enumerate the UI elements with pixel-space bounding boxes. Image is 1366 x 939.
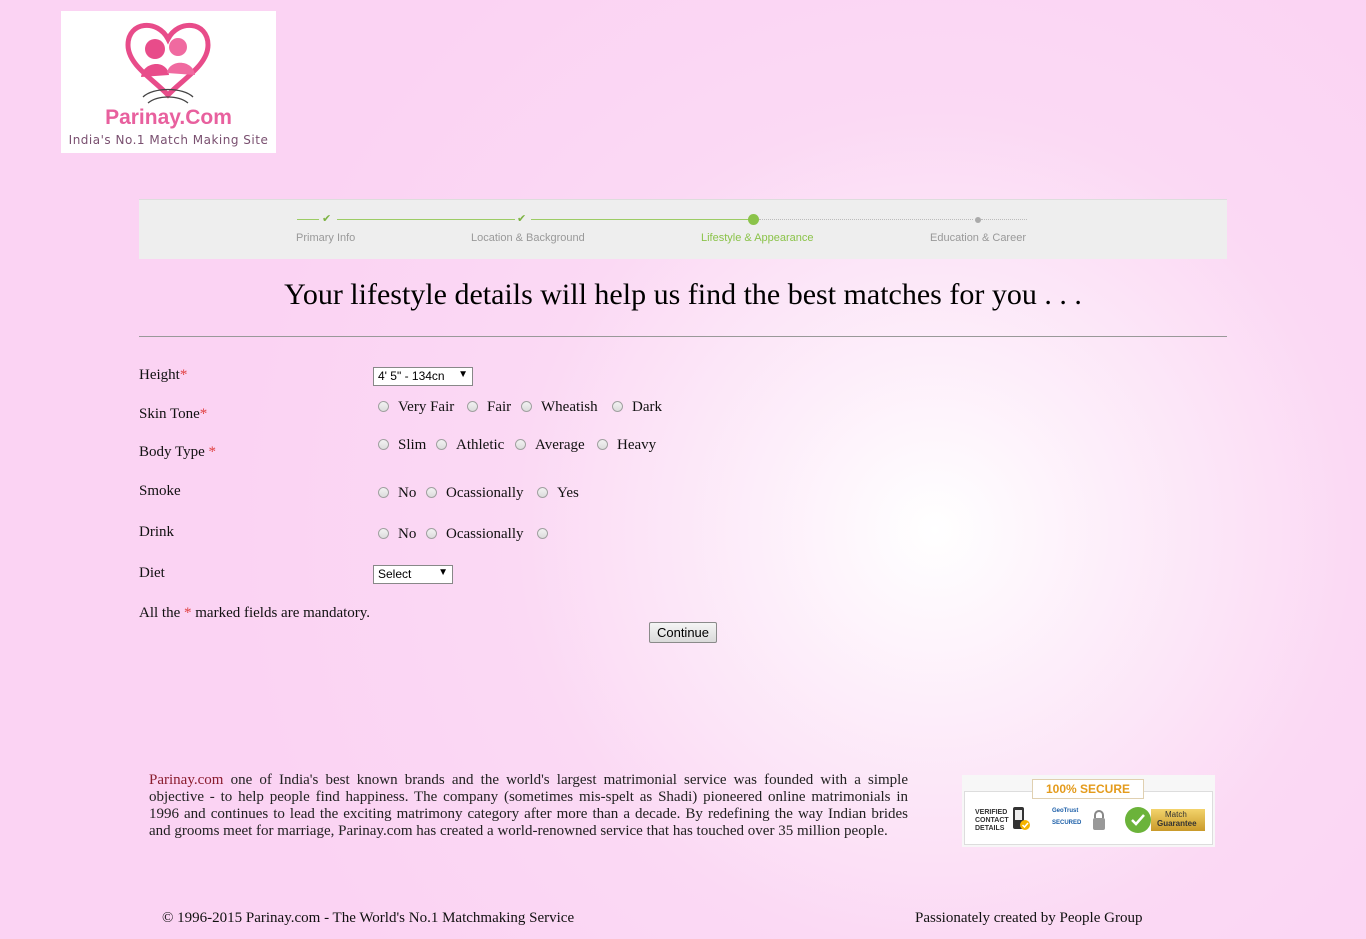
check-icon: ✔ bbox=[322, 212, 332, 225]
radio-label: Average bbox=[535, 437, 585, 453]
verified-contact-details: VERIFIED CONTACT DETAILS bbox=[975, 809, 1009, 832]
drink-ocassionally-radio[interactable] bbox=[426, 528, 437, 539]
pending-step-dot bbox=[975, 217, 981, 223]
smoke-label: Smoke bbox=[139, 483, 181, 499]
radio-label: Athletic bbox=[456, 437, 505, 453]
radio-label: Ocassionally bbox=[446, 526, 524, 542]
site-logo[interactable]: Parinay.Com India's No.1 Match Making Si… bbox=[61, 11, 276, 153]
radio-label: Slim bbox=[398, 437, 427, 453]
progress-steps: ✔ ✔ Primary Info Location & Background L… bbox=[139, 199, 1227, 259]
radio-label: Fair bbox=[487, 399, 512, 415]
skin-tone-dark-radio[interactable] bbox=[612, 401, 623, 412]
phone-check-icon bbox=[1013, 807, 1030, 830]
body-type-label: Body Type * bbox=[139, 444, 217, 460]
geotrust-seal: GeoTrust SECURED bbox=[1048, 807, 1110, 833]
footer-credit: Passionately created by People Group bbox=[915, 910, 1143, 926]
radio-label: Wheatish bbox=[541, 399, 598, 415]
smoke-yes-radio[interactable] bbox=[537, 487, 548, 498]
radio-label: Dark bbox=[632, 399, 662, 415]
secure-badge: VERIFIED CONTACT DETAILS GeoTrust SECURED … bbox=[962, 775, 1215, 847]
about-text: Parinay.com one of India's best known br… bbox=[149, 772, 909, 839]
body-type-average-radio[interactable] bbox=[515, 439, 526, 450]
height-select[interactable]: 4' 5" - 134cn ▼ bbox=[373, 367, 473, 386]
match-guarantee-seal-icon bbox=[1125, 807, 1151, 833]
skin-tone-wheatish-radio[interactable] bbox=[521, 401, 532, 412]
check-icon: ✔ bbox=[517, 212, 527, 225]
radio-label: Yes bbox=[557, 485, 579, 501]
diet-label: Diet bbox=[139, 565, 165, 581]
step-primary-info[interactable]: Primary Info bbox=[296, 232, 355, 244]
drink-third-radio[interactable] bbox=[537, 528, 548, 539]
heart-couple-icon bbox=[125, 22, 211, 104]
drink-no-radio[interactable] bbox=[378, 528, 389, 539]
height-label: Height* bbox=[139, 367, 188, 383]
radio-label: Ocassionally bbox=[446, 485, 524, 501]
body-type-slim-radio[interactable] bbox=[378, 439, 389, 450]
skin-tone-fair-radio[interactable] bbox=[467, 401, 478, 412]
footer-copyright: © 1996-2015 Parinay.com - The World's No… bbox=[162, 910, 575, 926]
radio-label: No bbox=[398, 526, 417, 542]
smoke-no-radio[interactable] bbox=[378, 487, 389, 498]
radio-label: Very Fair bbox=[398, 399, 455, 415]
logo-name: Parinay.Com bbox=[105, 106, 232, 129]
radio-label: No bbox=[398, 485, 417, 501]
diet-select[interactable]: Select ▼ bbox=[373, 565, 453, 584]
step-lifestyle-appearance[interactable]: Lifestyle & Appearance bbox=[701, 232, 814, 244]
secure-title: 100% SECURE bbox=[1032, 779, 1144, 799]
match-guarantee-label: Match Guarantee bbox=[1151, 809, 1205, 831]
dropdown-arrow-icon: ▼ bbox=[458, 369, 468, 380]
dropdown-arrow-icon: ▼ bbox=[438, 567, 448, 578]
smoke-ocassionally-radio[interactable] bbox=[426, 487, 437, 498]
skin-tone-label: Skin Tone* bbox=[139, 406, 208, 422]
padlock-icon bbox=[1093, 810, 1105, 830]
step-education-career[interactable]: Education & Career bbox=[930, 232, 1026, 244]
continue-button[interactable]: Continue bbox=[649, 622, 717, 643]
step-location-background[interactable]: Location & Background bbox=[471, 232, 585, 244]
body-type-athletic-radio[interactable] bbox=[436, 439, 447, 450]
body-type-heavy-radio[interactable] bbox=[597, 439, 608, 450]
logo-tagline: India's No.1 Match Making Site bbox=[68, 133, 269, 147]
mandatory-note: All the * marked fields are mandatory. bbox=[139, 605, 371, 621]
radio-label: Heavy bbox=[617, 437, 657, 453]
divider bbox=[139, 336, 1227, 337]
skin-tone-very-fair-radio[interactable] bbox=[378, 401, 389, 412]
current-step-dot bbox=[748, 214, 759, 225]
drink-label: Drink bbox=[139, 524, 174, 540]
about-brand[interactable]: Parinay.com bbox=[149, 772, 223, 788]
page-headline: Your lifestyle details will help us find… bbox=[284, 278, 1082, 311]
